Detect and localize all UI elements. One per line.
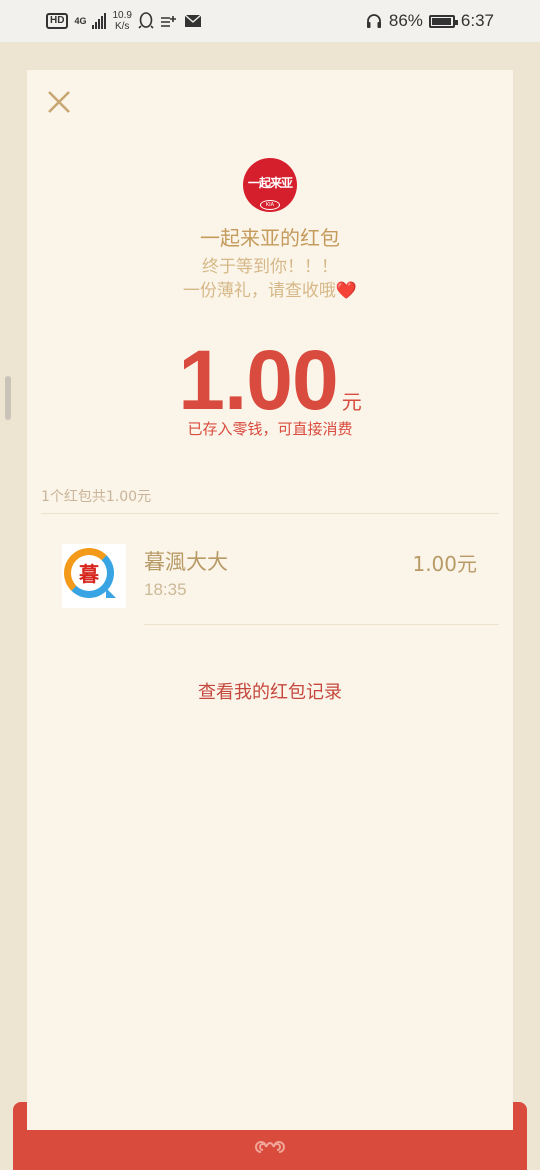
greeting-line-2: 一份薄礼，请查收哦❤️ [27, 276, 513, 301]
receiver-amount: 1.00元 [412, 552, 477, 576]
battery-percent: 86% [388, 11, 423, 30]
card-scallop-edge [27, 1124, 513, 1129]
avatar-character: 暮 [79, 562, 99, 586]
receiver-avatar[interactable]: 暮 [62, 544, 126, 608]
side-handle[interactable] [5, 376, 11, 420]
red-packet-card: 一起来亚 KIA 一起来亚的红包 终于等到你！！！ 一份薄礼，请查收哦❤️ 1.… [27, 70, 513, 1130]
qq-icon [138, 12, 154, 29]
amount-value: 1.00 [178, 333, 338, 427]
close-icon[interactable] [45, 88, 73, 116]
receiver-time: 18:35 [144, 580, 187, 599]
sender-title: 一起来亚的红包 [200, 226, 340, 250]
stored-note: 已存入零钱，可直接消费 [187, 420, 353, 438]
speed-unit: K/s [114, 21, 130, 32]
status-bar: HD 4G 10.9 K/s 86% 6:37 [0, 0, 540, 42]
divider [144, 624, 499, 625]
status-right: 86% 6:37 [365, 8, 494, 34]
amount-unit: 元 [341, 390, 362, 414]
status-left: HD 4G 10.9 K/s [46, 8, 202, 34]
sender-logo: 一起来亚 KIA [243, 158, 297, 212]
network-speed: 10.9 K/s [112, 10, 131, 32]
notification-list-icon [160, 16, 176, 27]
logo-text: 一起来亚 [247, 176, 293, 190]
receiver-name: 暮渢大大 [144, 550, 228, 574]
speed-value: 10.9 [112, 10, 132, 21]
chat-bubble-tail [106, 588, 116, 598]
signal-icon [92, 13, 107, 29]
view-history-link[interactable]: 查看我的红包记录 [27, 678, 513, 704]
cloud-swirl-icon [255, 1141, 285, 1153]
packet-summary: 1个红包共1.00元 [41, 489, 152, 505]
battery-icon [428, 14, 458, 28]
logo-kia: KIA [260, 200, 280, 210]
hd-icon: HD [46, 13, 69, 29]
clock: 6:37 [460, 11, 494, 30]
greeting-line-2-text: 一份薄礼，请查收哦 [182, 281, 336, 301]
greeting-line-1: 终于等到你！！！ [202, 257, 338, 277]
mail-icon [184, 14, 202, 27]
network-type: 4G [74, 16, 87, 26]
headphones-icon [366, 14, 381, 28]
heart-icon: ❤️ [335, 281, 358, 301]
amount-display: 1.00 元 [27, 332, 513, 429]
divider [41, 513, 499, 514]
